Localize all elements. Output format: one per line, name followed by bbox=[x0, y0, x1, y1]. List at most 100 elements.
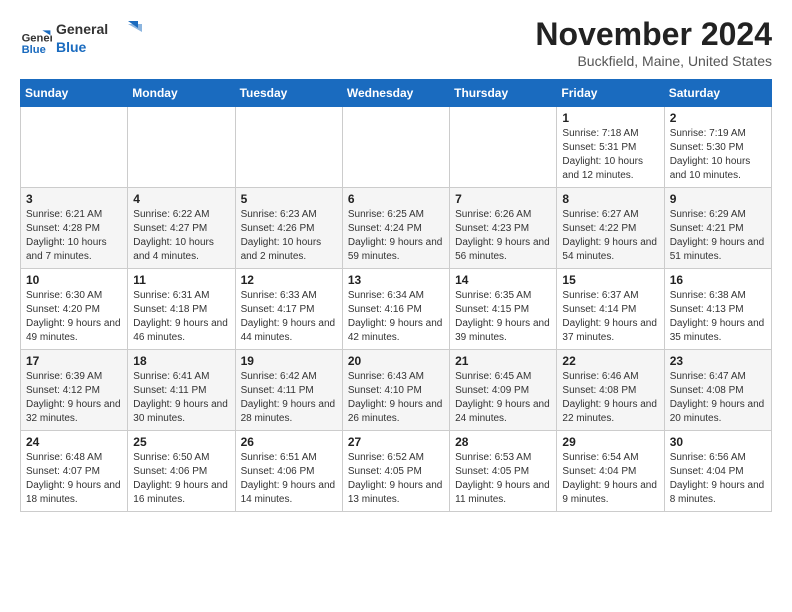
day-info: Sunrise: 7:18 AM Sunset: 5:31 PM Dayligh… bbox=[562, 127, 658, 183]
day-info: Sunrise: 6:38 AM Sunset: 4:13 PM Dayligh… bbox=[670, 289, 766, 345]
weekday-header-wednesday: Wednesday bbox=[342, 80, 449, 107]
calendar-cell: 16 Sunrise: 6:38 AM Sunset: 4:13 PM Dayli… bbox=[664, 269, 771, 350]
day-number: 23 bbox=[670, 354, 766, 368]
calendar-cell: 28Sunrise: 6:53 AM Sunset: 4:05 PM Dayli… bbox=[450, 431, 557, 512]
day-number: 30 bbox=[670, 435, 766, 449]
weekday-header-tuesday: Tuesday bbox=[235, 80, 342, 107]
day-info: Sunrise: 6:51 AM Sunset: 4:06 PM Dayligh… bbox=[241, 451, 337, 507]
day-number: 26 bbox=[241, 435, 337, 449]
svg-text:Blue: Blue bbox=[22, 43, 46, 55]
day-info: Sunrise: 6:39 AM Sunset: 4:12 PM Dayligh… bbox=[26, 370, 122, 426]
calendar-cell: 9 Sunrise: 6:29 AM Sunset: 4:21 PM Daylig… bbox=[664, 188, 771, 269]
calendar-cell: 10 Sunrise: 6:30 AM Sunset: 4:20 PM Dayli… bbox=[21, 269, 128, 350]
day-number: 19 bbox=[241, 354, 337, 368]
day-number: 4 bbox=[133, 192, 229, 206]
day-number: 3 bbox=[26, 192, 122, 206]
day-number: 15 bbox=[562, 273, 658, 287]
calendar-cell: 13 Sunrise: 6:34 AM Sunset: 4:16 PM Dayli… bbox=[342, 269, 449, 350]
calendar-cell: 19Sunrise: 6:42 AM Sunset: 4:11 PM Dayli… bbox=[235, 350, 342, 431]
calendar-table: SundayMondayTuesdayWednesdayThursdayFrid… bbox=[20, 79, 772, 512]
day-info: Sunrise: 6:27 AM Sunset: 4:22 PM Dayligh… bbox=[562, 208, 658, 264]
day-number: 9 bbox=[670, 192, 766, 206]
day-info: Sunrise: 6:45 AM Sunset: 4:09 PM Dayligh… bbox=[455, 370, 551, 426]
day-info: Sunrise: 6:52 AM Sunset: 4:05 PM Dayligh… bbox=[348, 451, 444, 507]
day-info: Sunrise: 6:56 AM Sunset: 4:04 PM Dayligh… bbox=[670, 451, 766, 507]
calendar-cell: 1 Sunrise: 7:18 AM Sunset: 5:31 PM Daylig… bbox=[557, 107, 664, 188]
day-info: Sunrise: 6:21 AM Sunset: 4:28 PM Dayligh… bbox=[26, 208, 122, 264]
calendar-cell: 23 Sunrise: 6:47 AM Sunset: 4:08 PM Dayli… bbox=[664, 350, 771, 431]
month-year: November 2024 bbox=[535, 16, 772, 53]
day-number: 20 bbox=[348, 354, 444, 368]
day-info: Sunrise: 6:31 AM Sunset: 4:18 PM Dayligh… bbox=[133, 289, 229, 345]
day-number: 16 bbox=[670, 273, 766, 287]
day-number: 8 bbox=[562, 192, 658, 206]
calendar-cell: 30 Sunrise: 6:56 AM Sunset: 4:04 PM Dayli… bbox=[664, 431, 771, 512]
day-info: Sunrise: 6:26 AM Sunset: 4:23 PM Dayligh… bbox=[455, 208, 551, 264]
day-number: 13 bbox=[348, 273, 444, 287]
location: Buckfield, Maine, United States bbox=[535, 53, 772, 69]
calendar-week-5: 24Sunrise: 6:48 AM Sunset: 4:07 PM Dayli… bbox=[21, 431, 772, 512]
day-number: 1 bbox=[562, 111, 658, 125]
day-number: 27 bbox=[348, 435, 444, 449]
weekday-header-monday: Monday bbox=[128, 80, 235, 107]
day-number: 14 bbox=[455, 273, 551, 287]
calendar-cell bbox=[21, 107, 128, 188]
calendar-cell: 29 Sunrise: 6:54 AM Sunset: 4:04 PM Dayli… bbox=[557, 431, 664, 512]
calendar-cell bbox=[235, 107, 342, 188]
calendar-cell: 17Sunrise: 6:39 AM Sunset: 4:12 PM Dayli… bbox=[21, 350, 128, 431]
calendar-cell: 21 Sunrise: 6:45 AM Sunset: 4:09 PM Dayli… bbox=[450, 350, 557, 431]
day-info: Sunrise: 6:50 AM Sunset: 4:06 PM Dayligh… bbox=[133, 451, 229, 507]
calendar-cell: 2 Sunrise: 7:19 AM Sunset: 5:30 PM Daylig… bbox=[664, 107, 771, 188]
day-info: Sunrise: 6:35 AM Sunset: 4:15 PM Dayligh… bbox=[455, 289, 551, 345]
weekday-header-friday: Friday bbox=[557, 80, 664, 107]
calendar-cell: 5 Sunrise: 6:23 AM Sunset: 4:26 PM Daylig… bbox=[235, 188, 342, 269]
day-info: Sunrise: 6:22 AM Sunset: 4:27 PM Dayligh… bbox=[133, 208, 229, 264]
day-number: 29 bbox=[562, 435, 658, 449]
calendar-week-1: 1 Sunrise: 7:18 AM Sunset: 5:31 PM Daylig… bbox=[21, 107, 772, 188]
day-info: Sunrise: 7:19 AM Sunset: 5:30 PM Dayligh… bbox=[670, 127, 766, 183]
day-number: 11 bbox=[133, 273, 229, 287]
day-number: 10 bbox=[26, 273, 122, 287]
calendar-cell bbox=[128, 107, 235, 188]
day-info: Sunrise: 6:47 AM Sunset: 4:08 PM Dayligh… bbox=[670, 370, 766, 426]
day-info: Sunrise: 6:34 AM Sunset: 4:16 PM Dayligh… bbox=[348, 289, 444, 345]
calendar-week-4: 17Sunrise: 6:39 AM Sunset: 4:12 PM Dayli… bbox=[21, 350, 772, 431]
calendar-header-row: SundayMondayTuesdayWednesdayThursdayFrid… bbox=[21, 80, 772, 107]
day-info: Sunrise: 6:54 AM Sunset: 4:04 PM Dayligh… bbox=[562, 451, 658, 507]
weekday-header-sunday: Sunday bbox=[21, 80, 128, 107]
calendar-cell: 8 Sunrise: 6:27 AM Sunset: 4:22 PM Daylig… bbox=[557, 188, 664, 269]
calendar-cell: 11 Sunrise: 6:31 AM Sunset: 4:18 PM Dayli… bbox=[128, 269, 235, 350]
calendar-week-2: 3 Sunrise: 6:21 AM Sunset: 4:28 PM Daylig… bbox=[21, 188, 772, 269]
calendar-cell: 7 Sunrise: 6:26 AM Sunset: 4:23 PM Daylig… bbox=[450, 188, 557, 269]
calendar-cell: 14 Sunrise: 6:35 AM Sunset: 4:15 PM Dayli… bbox=[450, 269, 557, 350]
day-number: 12 bbox=[241, 273, 337, 287]
day-number: 2 bbox=[670, 111, 766, 125]
page-header: General Blue General Blue November 2024 … bbox=[20, 16, 772, 69]
day-number: 25 bbox=[133, 435, 229, 449]
logo-wordmark: General Blue bbox=[56, 16, 146, 63]
svg-text:General: General bbox=[56, 21, 108, 37]
svg-text:General: General bbox=[22, 32, 52, 44]
calendar-cell: 25 Sunrise: 6:50 AM Sunset: 4:06 PM Dayli… bbox=[128, 431, 235, 512]
day-info: Sunrise: 6:43 AM Sunset: 4:10 PM Dayligh… bbox=[348, 370, 444, 426]
day-number: 5 bbox=[241, 192, 337, 206]
day-info: Sunrise: 6:25 AM Sunset: 4:24 PM Dayligh… bbox=[348, 208, 444, 264]
calendar-cell: 24Sunrise: 6:48 AM Sunset: 4:07 PM Dayli… bbox=[21, 431, 128, 512]
day-info: Sunrise: 6:30 AM Sunset: 4:20 PM Dayligh… bbox=[26, 289, 122, 345]
day-info: Sunrise: 6:29 AM Sunset: 4:21 PM Dayligh… bbox=[670, 208, 766, 264]
day-number: 7 bbox=[455, 192, 551, 206]
title-block: November 2024 Buckfield, Maine, United S… bbox=[535, 16, 772, 69]
weekday-header-saturday: Saturday bbox=[664, 80, 771, 107]
calendar-cell bbox=[450, 107, 557, 188]
calendar-cell: 18Sunrise: 6:41 AM Sunset: 4:11 PM Dayli… bbox=[128, 350, 235, 431]
day-number: 22 bbox=[562, 354, 658, 368]
calendar-week-3: 10 Sunrise: 6:30 AM Sunset: 4:20 PM Dayli… bbox=[21, 269, 772, 350]
day-info: Sunrise: 6:53 AM Sunset: 4:05 PM Dayligh… bbox=[455, 451, 551, 507]
day-number: 21 bbox=[455, 354, 551, 368]
day-info: Sunrise: 6:37 AM Sunset: 4:14 PM Dayligh… bbox=[562, 289, 658, 345]
svg-text:Blue: Blue bbox=[56, 39, 87, 55]
day-info: Sunrise: 6:23 AM Sunset: 4:26 PM Dayligh… bbox=[241, 208, 337, 264]
calendar-cell: 4 Sunrise: 6:22 AM Sunset: 4:27 PM Daylig… bbox=[128, 188, 235, 269]
day-number: 6 bbox=[348, 192, 444, 206]
logo-icon: General Blue bbox=[20, 24, 52, 56]
